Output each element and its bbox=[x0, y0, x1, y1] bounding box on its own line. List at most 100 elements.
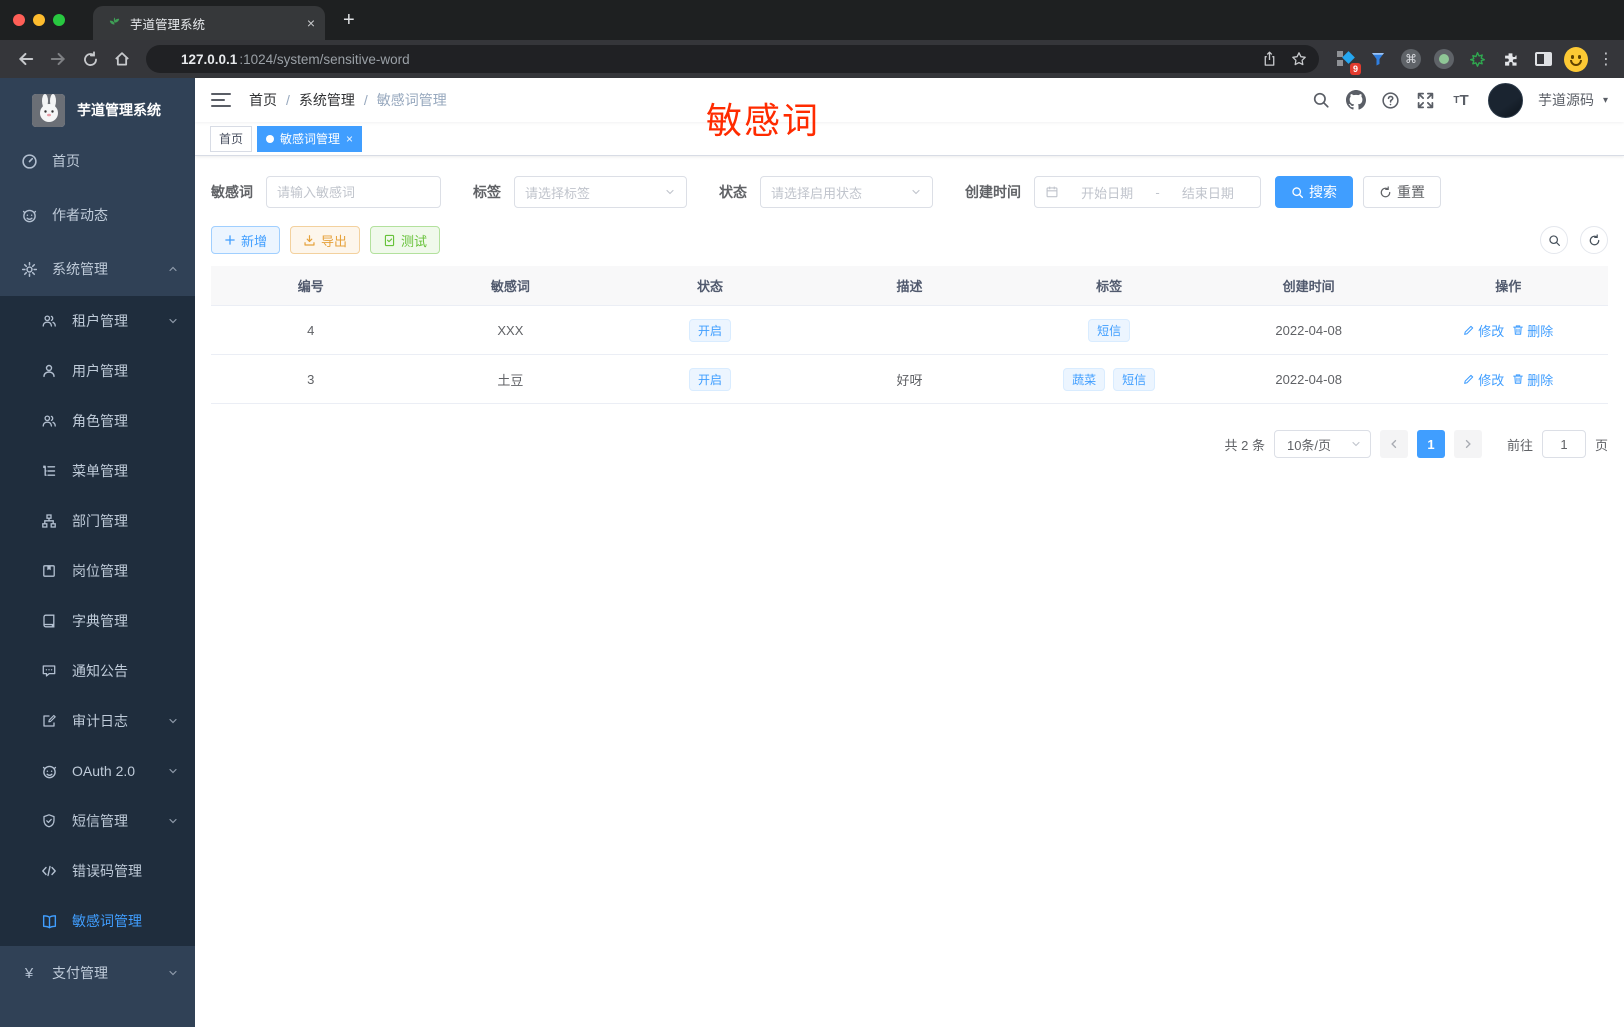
url-host: 127.0.0.1 bbox=[181, 51, 238, 67]
search-button[interactable]: 搜索 bbox=[1275, 176, 1353, 208]
active-dot-icon bbox=[266, 134, 275, 143]
close-window-button[interactable] bbox=[13, 14, 25, 26]
status-tag[interactable]: 开启 bbox=[688, 318, 731, 342]
sidebar-item-dict[interactable]: 字典管理 bbox=[0, 596, 195, 646]
keyword-input-field[interactable] bbox=[277, 184, 430, 200]
test-button[interactable]: 测试 bbox=[370, 226, 441, 254]
cell-status: 开启 bbox=[610, 362, 810, 397]
sidebar-item-author[interactable]: 作者动态 bbox=[0, 188, 195, 242]
forward-button[interactable] bbox=[44, 45, 72, 73]
sidebar-item-errorcode[interactable]: 错误码管理 bbox=[0, 846, 195, 896]
date-range-input[interactable]: 开始日期 - 结束日期 bbox=[1034, 176, 1261, 208]
toggle-search-button[interactable] bbox=[1540, 226, 1568, 254]
sidebar-item-oauth[interactable]: OAuth 2.0 bbox=[0, 746, 195, 796]
browser-tab[interactable]: 芋道管理系统 × bbox=[93, 6, 325, 40]
zoom-window-button[interactable] bbox=[53, 14, 65, 26]
chevron-up-icon bbox=[167, 263, 179, 275]
sidebar-item-label: 敏感词管理 bbox=[72, 913, 142, 929]
site-info-icon[interactable] bbox=[158, 52, 173, 67]
extension-grid-icon[interactable]: 9 bbox=[1333, 47, 1361, 75]
tag-select[interactable]: 请选择标签 bbox=[514, 176, 687, 208]
edit-link[interactable]: 修改 bbox=[1463, 321, 1504, 340]
reset-button[interactable]: 重置 bbox=[1363, 176, 1441, 208]
new-tab-button[interactable]: + bbox=[343, 10, 355, 30]
delete-link[interactable]: 删除 bbox=[1512, 321, 1553, 340]
url-bar[interactable]: 127.0.0.1:1024/system/sensitive-word bbox=[146, 45, 1319, 73]
chevron-down-icon[interactable]: ▾ bbox=[1603, 95, 1608, 106]
sensitive-word-table: 编号 敏感词 状态 描述 标签 创建时间 操作 4 XXX 开启 短信 2022… bbox=[211, 266, 1608, 404]
bookmark-star-icon[interactable] bbox=[1291, 51, 1307, 67]
profile-avatar-icon[interactable] bbox=[1564, 46, 1588, 72]
sidebar-item-pay[interactable]: ¥ 支付管理 bbox=[0, 946, 195, 1000]
user-avatar[interactable] bbox=[1487, 82, 1523, 118]
chevron-down-icon bbox=[167, 715, 179, 727]
red-annotation-text: 敏感词 bbox=[706, 100, 821, 141]
prev-page-button[interactable] bbox=[1379, 430, 1408, 458]
extension-command-icon[interactable]: ⌘ bbox=[1399, 47, 1423, 71]
tags-view-bar: 首页 敏感词管理 × bbox=[195, 122, 1624, 156]
help-icon[interactable] bbox=[1377, 86, 1405, 114]
screenshot-root: 芋道管理系统 × + 127.0.0.1:1024/system/sensiti… bbox=[0, 0, 1624, 1027]
edit-link[interactable]: 修改 bbox=[1463, 370, 1504, 389]
edit-note-icon bbox=[40, 713, 58, 729]
sidebar-item-tenant[interactable]: 租户管理 bbox=[0, 296, 195, 346]
sidebar-item-user[interactable]: 用户管理 bbox=[0, 346, 195, 396]
extension-funnel-icon[interactable] bbox=[1366, 47, 1390, 71]
extension-star-icon[interactable] bbox=[1465, 47, 1489, 71]
sidebar-item-label: 支付管理 bbox=[52, 965, 108, 981]
sidebar-item-menu[interactable]: 菜单管理 bbox=[0, 446, 195, 496]
sidebar-item-post[interactable]: 岗位管理 bbox=[0, 546, 195, 596]
font-size-icon[interactable]: TT bbox=[1447, 86, 1475, 114]
user-name[interactable]: 芋道源码 bbox=[1538, 90, 1594, 110]
side-panel-icon[interactable] bbox=[1531, 47, 1555, 71]
page-number-button[interactable]: 1 bbox=[1416, 430, 1445, 458]
extensions-puzzle-icon[interactable] bbox=[1498, 47, 1522, 71]
delete-link[interactable]: 删除 bbox=[1512, 370, 1553, 389]
sidebar-item-role[interactable]: 角色管理 bbox=[0, 396, 195, 446]
sidebar-item-home[interactable]: 首页 bbox=[0, 134, 195, 188]
minimize-window-button[interactable] bbox=[33, 14, 45, 26]
status-tag[interactable]: 开启 bbox=[688, 367, 731, 391]
col-header: 描述 bbox=[896, 279, 923, 294]
browser-menu-icon[interactable]: ⋮ bbox=[1598, 49, 1614, 69]
goto-label: 前往 bbox=[1506, 437, 1533, 453]
goto-page-input[interactable] bbox=[1541, 430, 1586, 458]
sidebar-item-dept[interactable]: 部门管理 bbox=[0, 496, 195, 546]
refresh-button[interactable] bbox=[1580, 226, 1608, 254]
sidebar-item-system[interactable]: 系统管理 bbox=[0, 242, 195, 296]
close-icon[interactable]: × bbox=[346, 132, 353, 146]
status-select[interactable]: 请选择启用状态 bbox=[760, 176, 933, 208]
tag-tab-sensitive-word[interactable]: 敏感词管理 × bbox=[257, 125, 363, 152]
back-button[interactable] bbox=[12, 45, 40, 73]
sidebar-item-sms[interactable]: 短信管理 bbox=[0, 796, 195, 846]
chevron-down-icon bbox=[910, 186, 922, 198]
keyword-input[interactable] bbox=[266, 176, 441, 208]
sidebar-item-sensitive-word[interactable]: 敏感词管理 bbox=[0, 896, 195, 946]
extension-record-icon[interactable] bbox=[1432, 47, 1456, 71]
breadcrumb-home[interactable]: 首页 bbox=[249, 90, 277, 110]
tab-close-icon[interactable]: × bbox=[307, 15, 315, 31]
browser-tabstrip: 芋道管理系统 × + bbox=[0, 0, 1624, 40]
github-icon[interactable] bbox=[1342, 86, 1370, 114]
share-icon[interactable] bbox=[1262, 51, 1277, 67]
tag-tab-home[interactable]: 首页 bbox=[210, 125, 253, 152]
app-shell: 芋道管理系统 首页 作者动态 系统管理 租户管理 用户管理 角色管理 菜单管理 … bbox=[0, 78, 1624, 1027]
chevron-down-icon bbox=[664, 186, 676, 198]
chevron-down-icon bbox=[167, 765, 179, 777]
page-size-select[interactable]: 10条/页 bbox=[1273, 430, 1371, 458]
home-button[interactable] bbox=[108, 45, 136, 73]
sidebar-item-audit[interactable]: 审计日志 bbox=[0, 696, 195, 746]
export-button[interactable]: 导出 bbox=[290, 226, 361, 254]
sidebar-item-label: 用户管理 bbox=[72, 363, 128, 379]
next-page-button[interactable] bbox=[1453, 430, 1482, 458]
add-button[interactable]: 新增 bbox=[211, 226, 281, 254]
app-logo-row[interactable]: 芋道管理系统 bbox=[0, 86, 195, 134]
sidebar-item-notice[interactable]: 通知公告 bbox=[0, 646, 195, 696]
sidebar-item-label: 角色管理 bbox=[72, 413, 128, 429]
search-icon[interactable] bbox=[1307, 86, 1335, 114]
fullscreen-icon[interactable] bbox=[1412, 86, 1440, 114]
collapse-sidebar-icon[interactable] bbox=[211, 93, 231, 107]
table-row: 4 XXX 开启 短信 2022-04-08 修改 删除 bbox=[211, 306, 1608, 355]
breadcrumb-system[interactable]: 系统管理 bbox=[299, 90, 355, 110]
reload-button[interactable] bbox=[76, 45, 104, 73]
